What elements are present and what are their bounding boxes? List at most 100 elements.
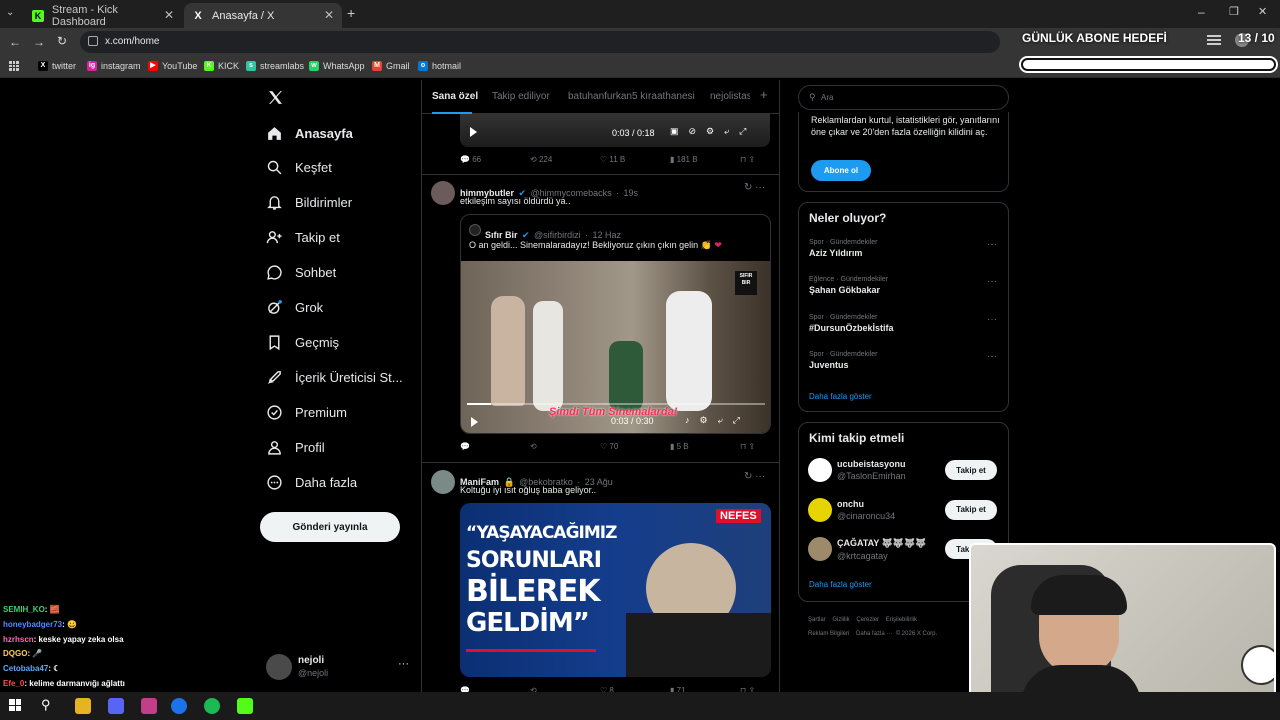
nav-item-3[interactable]: Takip et [266,223,340,253]
address-bar[interactable]: x.com/home [80,31,1000,53]
trend-item[interactable]: Spor · Gündemdekiler Juventus ··· [809,351,999,370]
minimize-icon[interactable]: – [1198,5,1205,19]
video-controls-icons[interactable]: ▣⊘⚙⤶⤢ [670,126,756,137]
x-logo-icon[interactable] [267,89,284,106]
bookmark-2[interactable]: ▶ YouTube [148,61,197,71]
nav-item-7[interactable]: İçerik Üreticisi St... [266,362,403,392]
trend-item[interactable]: Spor · Gündemdekiler Aziz Yıldırım ··· [809,239,999,258]
bookmark-icon[interactable]: ⊓ ⇪ [740,155,755,164]
taskbar-search-icon[interactable]: ⚲ [41,697,51,713]
close-tab-icon[interactable]: ✕ [324,8,334,22]
trend-more-icon[interactable]: ··· [987,351,997,362]
like-count[interactable]: ♡ 11 B [600,155,670,164]
account-avatar[interactable] [266,654,292,680]
reading-list-icon[interactable] [1207,35,1221,37]
nav-item-4[interactable]: Sohbet [266,258,336,288]
trend-more-icon[interactable]: ··· [987,239,997,250]
tab-for-you[interactable]: Sana özel [432,91,478,102]
tab-list-nejolistas[interactable]: nejolistas [710,91,750,102]
bookmark-0[interactable]: Xtwitter [38,61,76,71]
search-input[interactable]: ⚲ Ara [798,85,1009,110]
bookmark-4[interactable]: s streamlabs [246,61,304,71]
close-window-icon[interactable]: ✕ [1258,5,1267,18]
follow-button[interactable]: Takip et [945,499,997,520]
spotify-icon[interactable] [204,698,220,714]
bookmark-1[interactable]: ig instagram [87,61,141,71]
video-progress-track[interactable] [467,403,765,405]
windows-start-icon[interactable] [9,699,21,711]
suggested-avatar[interactable] [808,497,832,522]
suggested-avatar[interactable] [808,458,832,482]
grok-icon[interactable]: ↻ ··· [744,182,765,193]
apps-grid-icon[interactable] [9,61,19,71]
nav-item-9[interactable]: Profil [266,432,325,462]
file-explorer-icon[interactable] [75,698,91,714]
trend-more-icon[interactable]: ··· [987,276,997,287]
url-text[interactable]: x.com/home [105,36,159,47]
account-menu-icon[interactable]: ··· [398,658,409,670]
grok-icon[interactable]: ↻ ··· [744,471,765,482]
follow-button[interactable]: Takip et [945,460,997,480]
back-icon[interactable]: ← [9,35,21,49]
nav-item-6[interactable]: Geçmiş [266,327,339,357]
chrome-icon[interactable] [171,698,187,714]
quote-video-player[interactable]: SIFIR BIR Şimdi Tüm Sinemalarda! 0:03 / … [461,261,770,433]
footer-ads-info[interactable]: Reklam Bilgileri [808,631,849,637]
reload-icon[interactable]: ↻ [57,34,67,48]
nav-item-5[interactable]: Grok [266,293,323,323]
like-count[interactable]: ♡ 70 [600,442,670,451]
reply-count[interactable]: 💬 66 [460,155,530,164]
obs-icon[interactable] [237,698,253,714]
play-icon[interactable] [470,127,477,137]
suggested-avatar[interactable] [808,537,832,561]
tweet-time[interactable]: 19s [624,188,639,198]
nav-item-1[interactable]: Keşfet [266,153,332,183]
discord-icon[interactable] [108,698,124,714]
video-controls-icons[interactable]: ♪⚙⤶⤢ [685,415,750,426]
tab-list-kiraathane[interactable]: batuhanfurkan5 kıraathanesi [568,91,695,102]
repost-icon[interactable]: ⟲ [530,442,600,451]
tweet-image[interactable]: “YAŞAYACAĞIMIZ SORUNLARI BİLEREK GELDİM”… [460,503,771,677]
trend-item[interactable]: Eğlence · Gündemdekiler Şahan Gökbakar ··· [809,276,999,295]
site-info-icon[interactable] [88,36,98,46]
view-count[interactable]: ▮ 5 B [670,442,740,451]
post-button[interactable]: Gönderi yayınla [260,512,400,542]
suggested-user[interactable]: ÇAĞATAY 🐺🐺🐺🐺 @krtcagatay [837,538,927,561]
nav-item-10[interactable]: Daha fazla [266,467,357,497]
trends-show-more[interactable]: Daha fazla göster [809,392,872,401]
close-tab-icon[interactable]: ✕ [164,8,174,22]
nav-item-8[interactable]: Premium [266,397,347,427]
subscribe-button[interactable]: Abone ol [811,160,871,181]
bookmark-5[interactable]: w WhatsApp [309,61,365,71]
add-tab-icon[interactable]: + [760,87,768,102]
bookmark-7[interactable]: o hotmail [418,61,461,71]
restore-icon[interactable]: ❐ [1229,5,1239,18]
tab-search-chevron-icon[interactable]: ⌄ [6,7,14,18]
app-icon[interactable] [141,698,157,714]
new-tab-icon[interactable]: + [347,5,355,21]
bookmark-3[interactable]: K KICK [204,61,239,71]
footer-cookies[interactable]: Çerezler [856,617,879,623]
footer-more[interactable]: Daha fazla ··· [856,631,892,637]
forward-icon[interactable]: → [33,35,45,49]
bookmark-icon[interactable]: ⊓ ⇪ [740,442,755,451]
quoted-tweet[interactable]: Sıfır Bir ✔ @sifirbirdizi · 12 Haz O an … [460,214,771,434]
tab-following[interactable]: Takip ediliyor [492,91,550,102]
nav-item-2[interactable]: Bildirimler [266,188,352,218]
trend-item[interactable]: Spor · Gündemdekiler #DursunÖzbekİstifa ··… [809,314,999,333]
top-video-player[interactable]: 0:03 / 0:18 ▣⊘⚙⤶⤢ [460,114,770,147]
footer-terms[interactable]: Şartlar [808,617,826,623]
tweet-avatar[interactable] [431,470,455,494]
suggested-user[interactable]: ucubeistasyonu @TaslonEmirhan [837,459,906,481]
tweet-avatar[interactable] [431,181,455,205]
bookmark-6[interactable]: M Gmail [372,61,410,71]
play-icon[interactable] [471,417,478,427]
who-show-more[interactable]: Daha fazla göster [809,580,872,589]
nav-item-0[interactable]: Anasayfa [266,118,353,148]
footer-accessibility[interactable]: Erişilebilirlik [886,617,917,623]
browser-tab-kick[interactable]: K Stream - Kick Dashboard ✕ [24,3,182,28]
reply-icon[interactable]: 💬 [460,442,530,451]
trend-more-icon[interactable]: ··· [987,314,997,325]
repost-count[interactable]: ⟲ 224 [530,155,600,164]
browser-tab-x[interactable]: X Anasayfa / X ✕ [184,3,342,28]
